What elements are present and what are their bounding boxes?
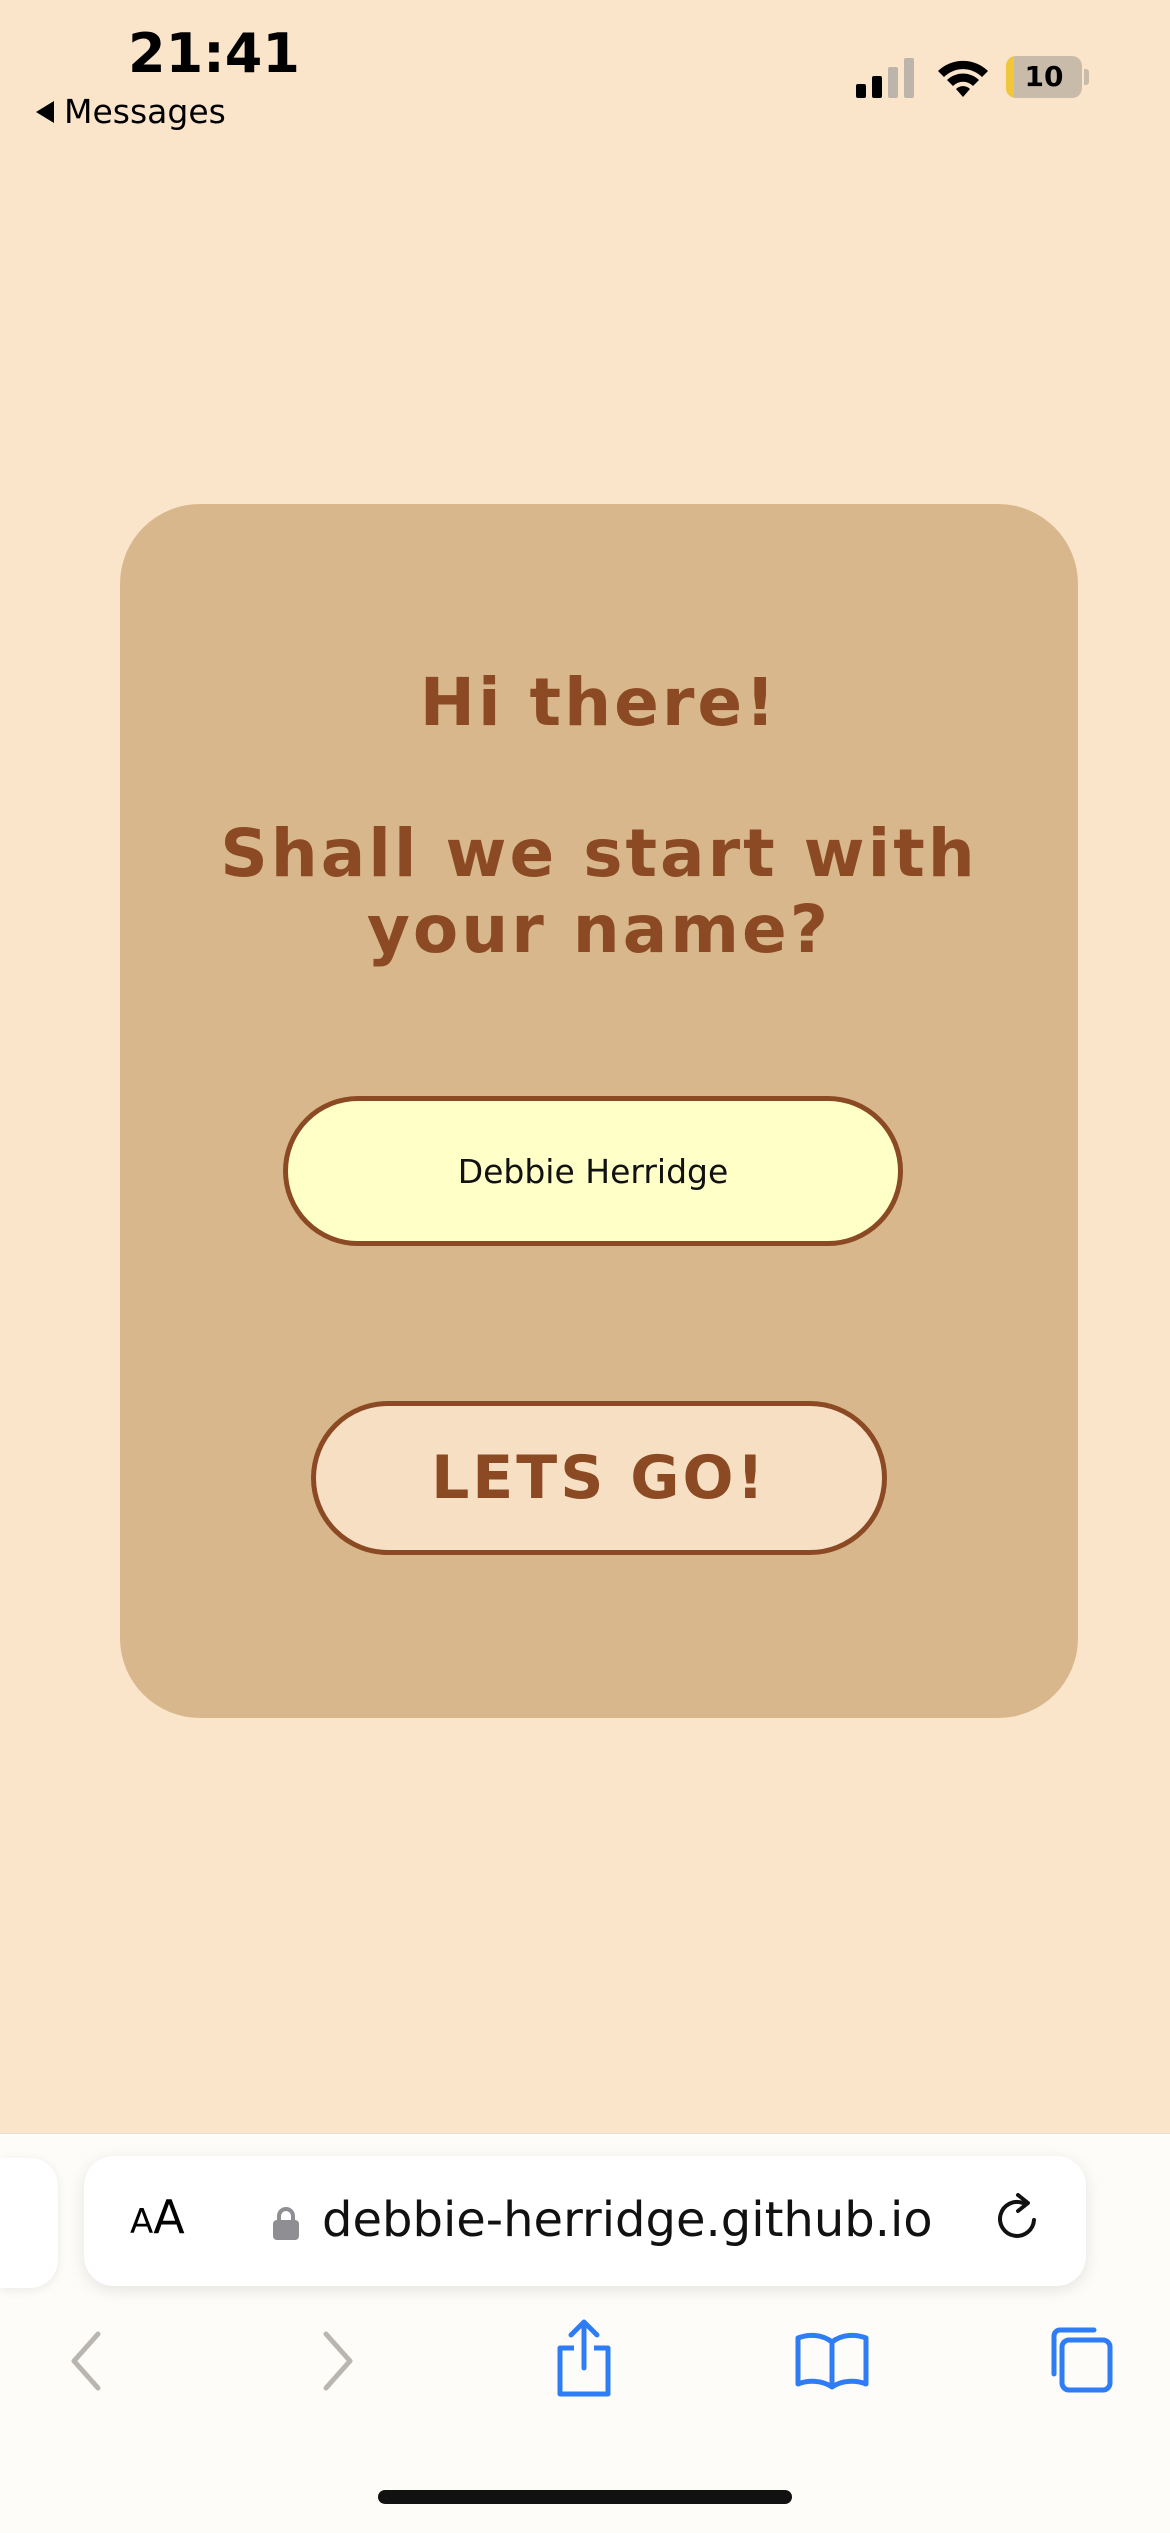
tabs-icon[interactable]	[1044, 2324, 1116, 2396]
lets-go-button[interactable]: LETS GO!	[311, 1401, 887, 1555]
status-time: 21:41	[128, 22, 300, 85]
share-icon[interactable]	[552, 2318, 616, 2398]
text-size-button[interactable]: AA	[130, 2190, 185, 2244]
name-prompt-heading: Shall we start with your name?	[120, 816, 1078, 968]
back-label: Messages	[64, 92, 226, 131]
wifi-icon	[938, 60, 988, 97]
name-input[interactable]: Debbie Herridge	[283, 1096, 903, 1246]
lock-icon	[273, 2207, 299, 2240]
forward-icon[interactable]	[318, 2326, 358, 2396]
battery-level: 10	[1024, 60, 1064, 93]
previous-tab-peek[interactable]	[0, 2158, 58, 2288]
signal-icon	[856, 58, 914, 98]
home-indicator	[378, 2490, 792, 2504]
prompt-line-2: your name?	[366, 891, 832, 968]
bookmarks-icon[interactable]	[794, 2330, 870, 2390]
prompt-line-1: Shall we start with	[220, 815, 978, 892]
back-arrow-icon	[36, 100, 54, 123]
url-text[interactable]: debbie-herridge.github.io	[322, 2192, 933, 2248]
back-icon[interactable]	[66, 2326, 106, 2396]
greeting-heading: Hi there!	[419, 664, 779, 741]
reload-icon[interactable]	[990, 2190, 1046, 2246]
battery-icon: 10	[1006, 56, 1090, 98]
back-to-messages-link[interactable]: Messages	[36, 92, 226, 131]
